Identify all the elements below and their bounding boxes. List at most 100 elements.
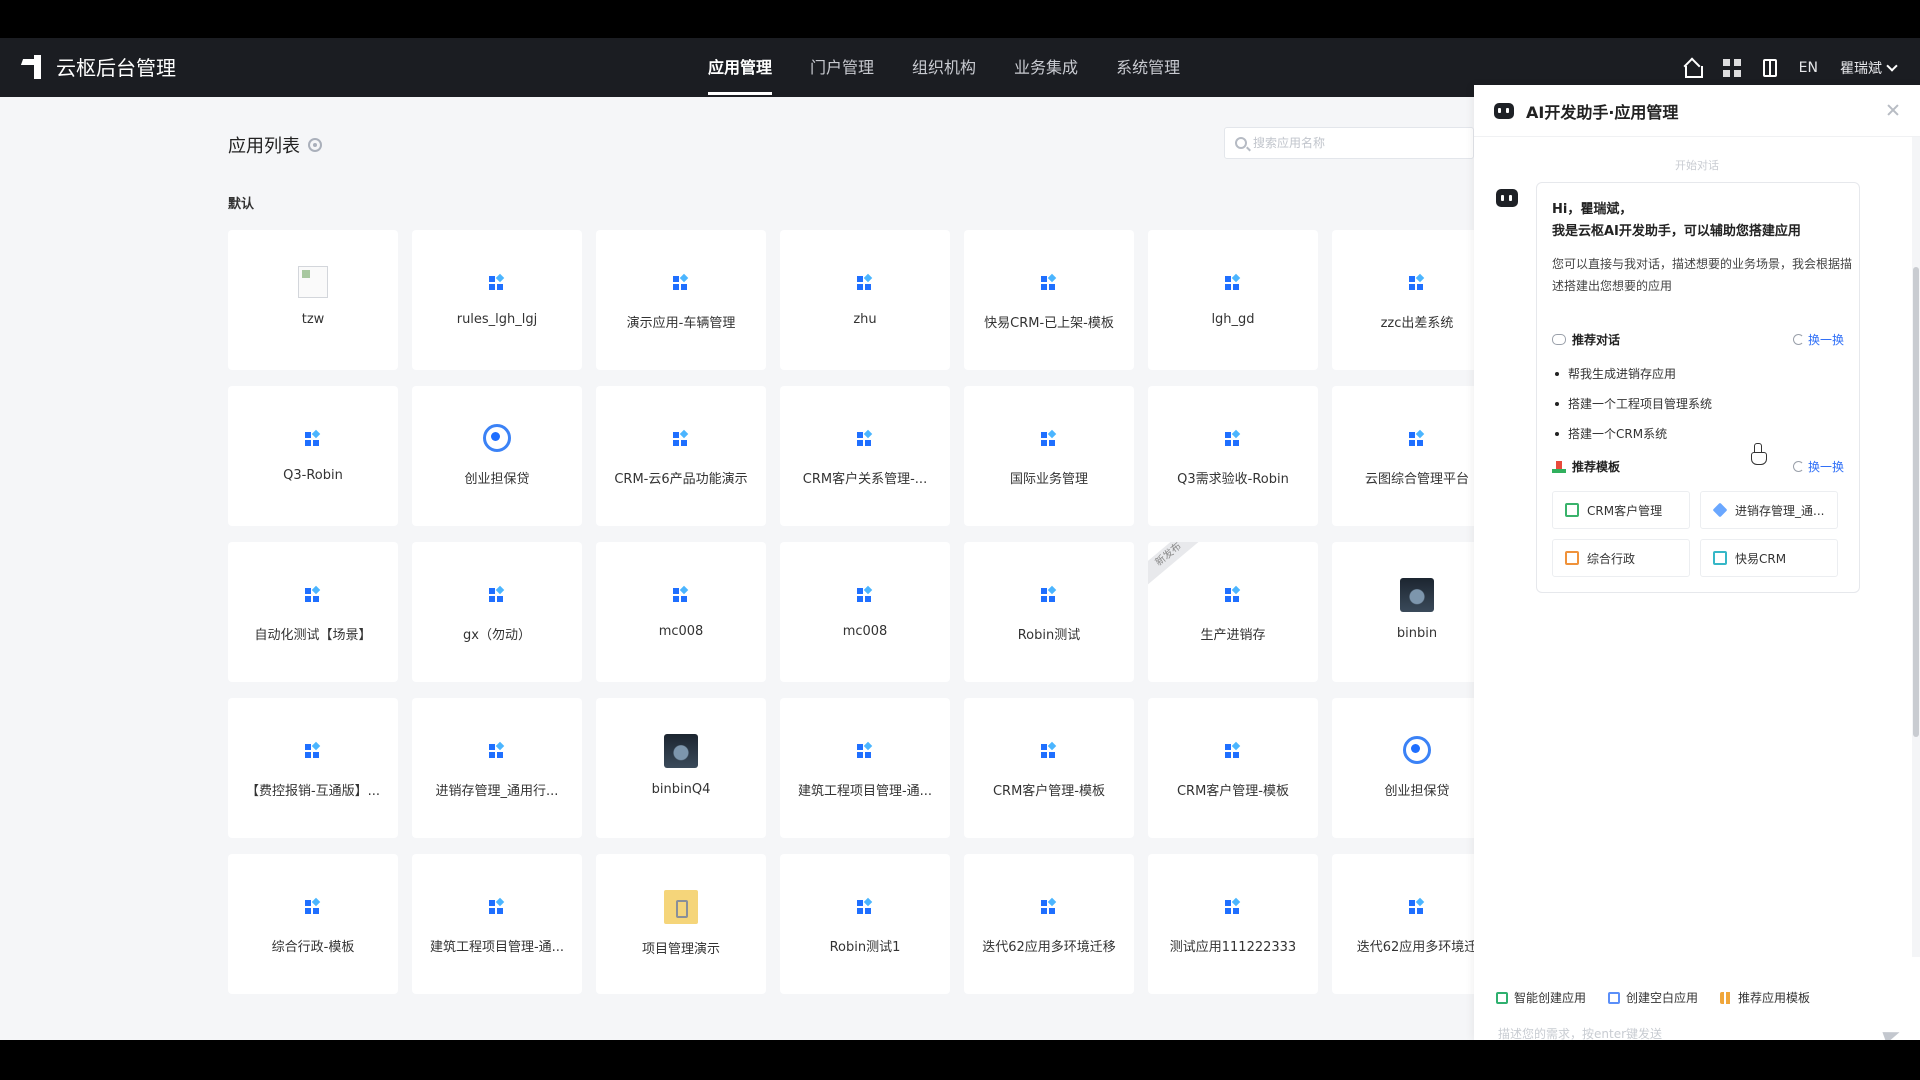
app-card[interactable]: 生产进销存 新发布 bbox=[1148, 542, 1318, 682]
app-card[interactable]: Q3-Robin bbox=[228, 386, 398, 526]
ai-quick-actions: 智能创建应用 创建空白应用 推荐应用模板 bbox=[1496, 989, 1810, 1006]
app-card[interactable]: gx（勿动） bbox=[412, 542, 582, 682]
language-switch[interactable]: EN bbox=[1799, 60, 1818, 76]
app-card[interactable]: lgh_gd bbox=[1148, 230, 1318, 370]
settings-icon[interactable] bbox=[308, 138, 322, 152]
app-card[interactable]: 创业担保贷 bbox=[412, 386, 582, 526]
app-card-name: 演示应用-车辆管理 bbox=[626, 316, 736, 331]
app-card-name: binbin bbox=[1396, 626, 1438, 641]
smart-create-app-button[interactable]: 智能创建应用 bbox=[1496, 989, 1586, 1006]
recommend-template-button[interactable]: 推荐应用模板 bbox=[1720, 989, 1810, 1006]
app-card[interactable]: CRM-云6产品功能演示 bbox=[596, 386, 766, 526]
app-card[interactable]: tzw bbox=[228, 230, 398, 370]
rec-chat-item[interactable]: 搭建一个CRM系统 bbox=[1552, 419, 1842, 449]
app-ring-icon bbox=[1401, 734, 1433, 766]
apps-icon[interactable] bbox=[1722, 58, 1741, 77]
panel-scrollbar[interactable] bbox=[1912, 137, 1920, 957]
app-card-name: 创业担保贷 bbox=[1384, 784, 1450, 799]
template-inventory[interactable]: 进销存管理_通... bbox=[1700, 491, 1838, 529]
app-card[interactable]: 建筑工程项目管理-通... bbox=[780, 698, 950, 838]
app-grid-icon bbox=[297, 578, 329, 610]
book-icon[interactable] bbox=[1762, 58, 1777, 77]
app-card[interactable]: Robin测试1 bbox=[780, 854, 950, 994]
app-card[interactable]: mc008 bbox=[780, 542, 950, 682]
app-card[interactable]: mc008 bbox=[596, 542, 766, 682]
user-menu[interactable]: 瞿瑞斌 bbox=[1840, 58, 1898, 78]
app-grid-icon bbox=[1217, 578, 1249, 610]
app-card[interactable]: CRM客户管理-模板 bbox=[964, 698, 1134, 838]
hand-cursor-icon bbox=[1751, 443, 1767, 465]
app-card[interactable]: binbinQ4 bbox=[596, 698, 766, 838]
brand[interactable]: 云枢后台管理 bbox=[20, 52, 176, 81]
app-card-name: CRM客户管理-模板 bbox=[992, 784, 1106, 799]
nav-app-management[interactable]: 应用管理 bbox=[708, 38, 773, 97]
nav-organization[interactable]: 组织机构 bbox=[912, 38, 976, 97]
ai-message-input[interactable] bbox=[1498, 1027, 1838, 1040]
app-card[interactable]: 国际业务管理 bbox=[964, 386, 1134, 526]
template-label: CRM客户管理 bbox=[1587, 503, 1663, 518]
document-icon bbox=[1565, 551, 1579, 565]
app-grid: tzw rules_lgh_lgj 演示应用-车辆管理 zhu 快易CRM-已上架-模板… bbox=[228, 230, 1502, 994]
app-card-name: zzc出差系统 bbox=[1380, 316, 1454, 331]
refresh-templates-button[interactable]: 换一换 bbox=[1792, 458, 1844, 475]
app-card[interactable]: rules_lgh_lgj bbox=[412, 230, 582, 370]
app-card[interactable]: 演示应用-车辆管理 bbox=[596, 230, 766, 370]
nav-business-integration[interactable]: 业务集成 bbox=[1014, 38, 1078, 97]
template-quick-crm[interactable]: 快易CRM bbox=[1700, 539, 1838, 577]
recommended-chats-title: 推荐对话 bbox=[1552, 331, 1620, 348]
app-card[interactable]: CRM客户管理-模板 bbox=[1148, 698, 1318, 838]
app-grid-icon bbox=[665, 422, 697, 454]
nav-portal-management[interactable]: 门户管理 bbox=[810, 38, 874, 97]
app-card[interactable]: 测试应用111222333 bbox=[1148, 854, 1318, 994]
app-card[interactable]: 项目管理演示 bbox=[596, 854, 766, 994]
app-card[interactable]: 综合行政-模板 bbox=[228, 854, 398, 994]
app-card[interactable]: Robin测试 bbox=[964, 542, 1134, 682]
app-grid-icon bbox=[297, 422, 329, 454]
app-card[interactable]: 建筑工程项目管理-通... bbox=[412, 854, 582, 994]
template-crm-customer[interactable]: CRM客户管理 bbox=[1552, 491, 1690, 529]
create-blank-app-button[interactable]: 创建空白应用 bbox=[1608, 989, 1698, 1006]
send-icon[interactable] bbox=[1884, 1027, 1900, 1040]
ai-panel-title: AI开发助手·应用管理 bbox=[1526, 102, 1679, 122]
template-grid: CRM客户管理 进销存管理_通... 综合行政 快易CRM bbox=[1552, 491, 1838, 577]
app-card[interactable]: 进销存管理_通用行... bbox=[412, 698, 582, 838]
app-card-name: CRM-云6产品功能演示 bbox=[614, 472, 748, 487]
new-release-ribbon: 新发布 bbox=[1148, 542, 1217, 598]
scrollbar-thumb[interactable] bbox=[1913, 267, 1919, 737]
app-grid-icon bbox=[1033, 734, 1065, 766]
app-card-name: Q3需求验收-Robin bbox=[1177, 472, 1289, 487]
template-label: 快易CRM bbox=[1735, 551, 1787, 566]
app-grid-icon bbox=[1401, 266, 1433, 298]
nav-system-management[interactable]: 系统管理 bbox=[1116, 38, 1180, 97]
app-card-name: 进销存管理_通用行... bbox=[435, 784, 559, 799]
rec-chat-item[interactable]: 搭建一个工程项目管理系统 bbox=[1552, 389, 1842, 419]
app-card-name: 建筑工程项目管理-通... bbox=[429, 940, 565, 955]
app-ring-icon bbox=[481, 422, 513, 454]
search-input[interactable] bbox=[1253, 136, 1463, 150]
app-card[interactable]: Q3需求验收-Robin bbox=[1148, 386, 1318, 526]
rec-chat-item[interactable]: 帮我生成进销存应用 bbox=[1552, 359, 1842, 389]
app-card[interactable]: 【费控报销-互通版】... bbox=[228, 698, 398, 838]
app-card-name: Robin测试 bbox=[1017, 628, 1081, 643]
app-grid-icon bbox=[1217, 266, 1249, 298]
refresh-chats-button[interactable]: 换一换 bbox=[1792, 331, 1844, 348]
rec-chat-title-text: 推荐对话 bbox=[1572, 333, 1621, 347]
app-card-name: 迭代62应用多环境迁 bbox=[1356, 940, 1478, 955]
app-card[interactable]: 快易CRM-已上架-模板 bbox=[964, 230, 1134, 370]
app-card[interactable]: zhu bbox=[780, 230, 950, 370]
app-card[interactable]: 自动化测试【场景】 bbox=[228, 542, 398, 682]
close-icon[interactable] bbox=[1886, 103, 1900, 117]
home-icon[interactable] bbox=[1683, 59, 1703, 78]
app-card-name: CRM客户管理-模板 bbox=[1176, 784, 1290, 799]
app-card-name: Q3-Robin bbox=[283, 468, 343, 483]
app-card-name: mc008 bbox=[842, 624, 888, 639]
app-card[interactable]: 迭代62应用多环境迁移 bbox=[964, 854, 1134, 994]
search-icon bbox=[1235, 137, 1247, 149]
app-window: 云枢后台管理 应用管理 门户管理 组织机构 业务集成 系统管理 EN 瞿瑞斌 应… bbox=[0, 38, 1920, 1040]
action-label: 智能创建应用 bbox=[1514, 991, 1587, 1005]
app-card[interactable]: CRM客户关系管理-... bbox=[780, 386, 950, 526]
app-card-name: rules_lgh_lgj bbox=[456, 312, 538, 327]
app-photo-icon bbox=[664, 734, 698, 768]
template-admin[interactable]: 综合行政 bbox=[1552, 539, 1690, 577]
app-grid-icon bbox=[1401, 422, 1433, 454]
